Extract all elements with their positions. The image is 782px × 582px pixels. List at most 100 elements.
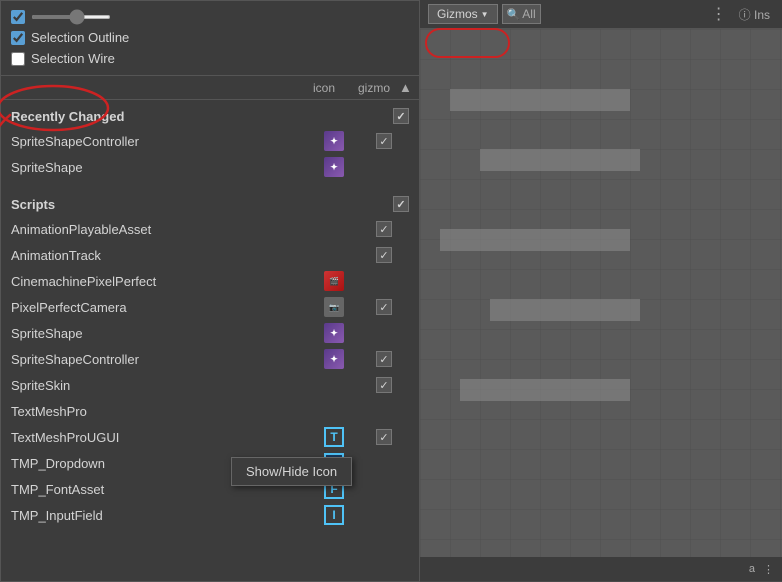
row-name: TextMeshPro: [11, 404, 309, 419]
sprite-shape-ctrl-icon2: ✦: [324, 349, 344, 369]
tmp-input-icon: I: [324, 505, 344, 525]
list-item[interactable]: AnimationTrack: [1, 242, 419, 268]
row-gizmo-cell[interactable]: [359, 133, 409, 149]
scene-object-rect: [480, 149, 640, 171]
row-gizmo-cell[interactable]: [359, 429, 409, 445]
gizmo-check[interactable]: [376, 429, 392, 445]
row-name: SpriteShapeController: [11, 134, 309, 149]
3d-icons-slider[interactable]: [31, 15, 111, 19]
row-icon-cell: 🎬: [309, 271, 359, 291]
list-item[interactable]: CinemachinePixelPerfect 🎬: [1, 268, 419, 294]
row-icon-cell: 📷: [309, 297, 359, 317]
recently-changed-header: Recently Changed: [1, 100, 419, 128]
row-name: SpriteSkin: [11, 378, 309, 393]
list-item[interactable]: SpriteShapeController ✦: [1, 346, 419, 372]
row-icon-cell: ✦: [309, 349, 359, 369]
scripts-gizmo-check[interactable]: [393, 196, 409, 212]
row-icon-cell: ✦: [309, 323, 359, 343]
3d-icons-checkbox[interactable]: [11, 10, 25, 24]
list-item[interactable]: TMP_InputField I: [1, 502, 419, 528]
row-gizmo-cell[interactable]: [359, 221, 409, 237]
tmp-icon: T: [324, 427, 344, 447]
selection-wire-label: Selection Wire: [31, 51, 115, 66]
scene-bottom-bar: a ⋮: [420, 557, 782, 581]
row-gizmo-cell[interactable]: [359, 299, 409, 315]
scene-dots[interactable]: ⋮: [763, 563, 774, 576]
list-item[interactable]: PixelPerfectCamera 📷: [1, 294, 419, 320]
scene-object-rect: [460, 379, 630, 401]
list-item[interactable]: SpriteShapeController ✦: [1, 128, 419, 154]
gizmos-button-label: Gizmos: [437, 7, 478, 21]
tooltip-text: Show/Hide Icon: [246, 464, 337, 479]
gizmos-button[interactable]: Gizmos ▼: [428, 4, 498, 24]
scene-object-rect: [490, 299, 640, 321]
scene-panel: Gizmos ▼ 🔍 All ⋮ ⓘ Ins a ⋮: [420, 0, 782, 582]
scripts-label: Scripts: [11, 197, 55, 212]
table-header: icon gizmo ▲: [1, 76, 419, 100]
row-gizmo-cell[interactable]: [359, 247, 409, 263]
recently-changed-label: Recently Changed: [11, 109, 124, 124]
cine-icon: 🎬: [324, 271, 344, 291]
list-item[interactable]: TMP_Dropdown ▼: [1, 450, 419, 476]
icon-column-header: icon: [299, 81, 349, 95]
row-icon-cell: T: [309, 427, 359, 447]
scene-content: a ⋮: [420, 29, 782, 581]
gizmos-dropdown-panel: Selection Outline Selection Wire icon gi…: [0, 0, 420, 582]
search-all-label: All: [522, 7, 535, 21]
sprite-shape-controller-icon: ✦: [324, 131, 344, 151]
list-item[interactable]: AnimationPlayableAsset: [1, 216, 419, 242]
show-hide-icon-tooltip: Show/Hide Icon: [231, 457, 352, 486]
row-name: TextMeshProUGUI: [11, 430, 309, 445]
gizmo-check[interactable]: [376, 351, 392, 367]
toolbar-right: ⋮ ⓘ Ins: [707, 4, 774, 24]
list-item[interactable]: TMP_FontAsset F: [1, 476, 419, 502]
row-name: TMP_InputField: [11, 508, 309, 523]
list-item[interactable]: SpriteShape ✦: [1, 320, 419, 346]
gizmo-check[interactable]: [376, 221, 392, 237]
cam-icon: 📷: [324, 297, 344, 317]
recently-changed-gizmo-check[interactable]: [393, 108, 409, 124]
row-name: SpriteShapeController: [11, 352, 309, 367]
list-item[interactable]: TextMeshPro: [1, 398, 419, 424]
gizmo-check[interactable]: [376, 299, 392, 315]
list-item[interactable]: SpriteShape ✦: [1, 154, 419, 180]
row-icon-cell: ✦: [309, 157, 359, 177]
list-item[interactable]: TextMeshProUGUI T: [1, 424, 419, 450]
gizmos-list[interactable]: Recently Changed SpriteShapeController ✦…: [1, 100, 419, 582]
row-name: PixelPerfectCamera: [11, 300, 309, 315]
gizmos-dropdown-arrow: ▼: [481, 10, 489, 19]
search-icon: 🔍: [507, 8, 521, 21]
3d-icons-row: [11, 7, 409, 27]
sprite-shape-icon: ✦: [324, 157, 344, 177]
selection-outline-checkbox[interactable]: [11, 31, 25, 45]
gizmo-check[interactable]: [376, 247, 392, 263]
search-bar: 🔍 All: [502, 4, 541, 24]
row-name: SpriteShape: [11, 160, 309, 175]
row-gizmo-cell[interactable]: [359, 351, 409, 367]
row-gizmo-cell[interactable]: [359, 377, 409, 393]
more-options-button[interactable]: ⋮: [707, 4, 731, 24]
selection-outline-label: Selection Outline: [31, 30, 129, 45]
row-name: SpriteShape: [11, 326, 309, 341]
info-button[interactable]: ⓘ Ins: [735, 6, 774, 23]
row-icon-cell: I: [309, 505, 359, 525]
scene-object-rect: [440, 229, 630, 251]
row-name: AnimationTrack: [11, 248, 309, 263]
row-name: AnimationPlayableAsset: [11, 222, 309, 237]
selection-outline-row: Selection Outline: [11, 27, 409, 48]
top-options: Selection Outline Selection Wire: [1, 1, 419, 76]
scene-toolbar: Gizmos ▼ 🔍 All ⋮ ⓘ Ins: [420, 0, 782, 29]
selection-wire-checkbox[interactable]: [11, 52, 25, 66]
scroll-indicator: ▲: [399, 80, 409, 95]
gizmo-check[interactable]: [376, 377, 392, 393]
sprite-shape-icon2: ✦: [324, 323, 344, 343]
list-item[interactable]: SpriteSkin: [1, 372, 419, 398]
scene-object-rect: [450, 89, 630, 111]
row-icon-cell: ✦: [309, 131, 359, 151]
scene-scale-a: a: [749, 563, 755, 575]
scripts-header: Scripts: [1, 188, 419, 216]
gizmo-column-header: gizmo: [349, 81, 399, 95]
row-name: CinemachinePixelPerfect: [11, 274, 309, 289]
gizmo-check[interactable]: [376, 133, 392, 149]
selection-wire-row: Selection Wire: [11, 48, 409, 69]
